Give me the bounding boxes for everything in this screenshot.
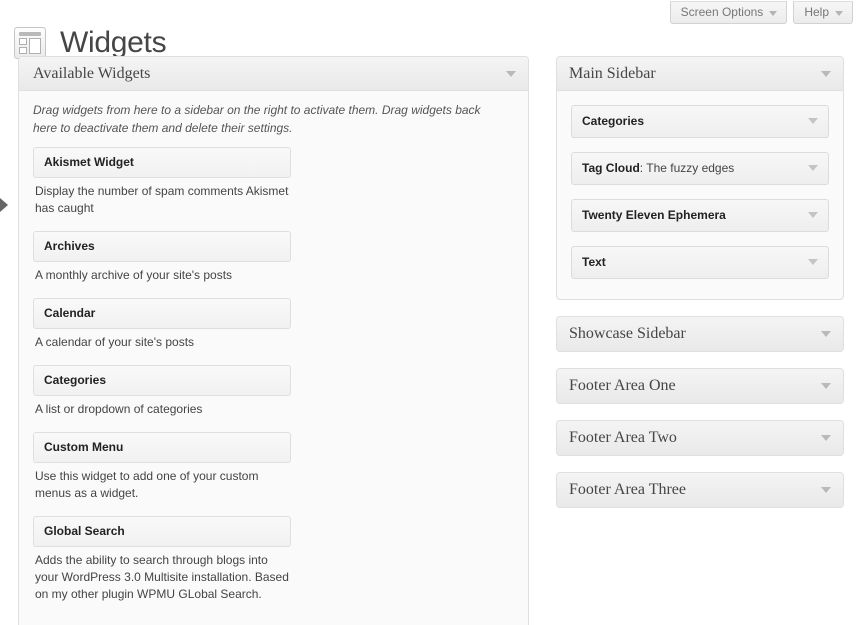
available-widgets-header[interactable]: Available Widgets: [19, 57, 528, 91]
widget-title: Akismet Widget: [44, 155, 134, 169]
sidebar-widget-label: Text: [582, 255, 606, 269]
sidebar-widget-label: Twenty Eleven Ephemera: [582, 208, 726, 222]
sidebar-title: Footer Area Two: [569, 429, 677, 446]
widget-title: Archives: [44, 239, 95, 253]
widget-description: A monthly archive of your site's posts: [35, 268, 233, 282]
sidebars-column: Main Sidebar Categories Tag Cloud: The f…: [556, 56, 844, 524]
screen-options-button[interactable]: Screen Options: [669, 1, 788, 24]
available-widgets-list: Akismet Widget Display the number of spa…: [33, 147, 291, 603]
sidebar-footer-area-two: Footer Area Two: [556, 420, 844, 456]
widget-archives[interactable]: Archives: [33, 231, 291, 262]
chevron-down-icon[interactable]: [808, 165, 818, 171]
chevron-down-icon[interactable]: [821, 383, 831, 389]
page-title: Widgets: [60, 26, 167, 60]
sidebar-title: Footer Area Three: [569, 481, 686, 498]
list-item: Archives A monthly archive of your site'…: [33, 231, 291, 284]
widgets-icon-block: [19, 38, 27, 46]
available-widgets-body: Drag widgets from here to a sidebar on t…: [19, 91, 528, 625]
widget-description: A list or dropdown of categories: [35, 402, 203, 416]
chevron-down-icon[interactable]: [808, 118, 818, 124]
chevron-down-icon[interactable]: [808, 259, 818, 265]
chevron-down-icon[interactable]: [506, 70, 516, 77]
sidebar-showcase-sidebar: Showcase Sidebar: [556, 316, 844, 352]
help-button[interactable]: Help: [793, 1, 853, 24]
sidebar-widget-instance: : The fuzzy edges: [639, 161, 735, 175]
widgets-icon-block: [19, 47, 27, 55]
sidebar-widget-name: Text: [582, 255, 606, 269]
widgets-icon: [14, 27, 46, 60]
widget-akismet-widget[interactable]: Akismet Widget: [33, 147, 291, 178]
widgets-icon-right-column: [29, 38, 41, 55]
widget-custom-menu[interactable]: Custom Menu: [33, 432, 291, 463]
help-label: Help: [804, 5, 829, 19]
sidebar-widget-name: Tag Cloud: [582, 161, 640, 175]
widget-calendar[interactable]: Calendar: [33, 298, 291, 329]
sidebar-footer-area-three: Footer Area Three: [556, 472, 844, 508]
sidebar-widget-name: Twenty Eleven Ephemera: [582, 208, 726, 222]
chevron-down-icon: [835, 11, 843, 16]
widgets-icon-body: [19, 38, 41, 55]
sidebar-footer-area-three-header[interactable]: Footer Area Three: [557, 473, 843, 507]
widget-title: Custom Menu: [44, 440, 124, 454]
triangle-right-icon[interactable]: [0, 198, 8, 212]
meta-button-bar: Screen Options Help: [669, 1, 853, 24]
widget-description: Display the number of spam comments Akis…: [35, 184, 289, 215]
screen-options-label: Screen Options: [680, 5, 764, 19]
chevron-down-icon[interactable]: [821, 70, 831, 77]
widgets-icon-bar: [19, 32, 41, 37]
sidebar-showcase-sidebar-header[interactable]: Showcase Sidebar: [557, 317, 843, 351]
widget-title: Global Search: [44, 524, 125, 538]
widget-title: Calendar: [44, 306, 96, 320]
chevron-down-icon[interactable]: [808, 212, 818, 218]
widget-description: Adds the ability to search through blogs…: [35, 553, 289, 601]
widget-categories[interactable]: Categories: [33, 365, 291, 396]
chevron-down-icon[interactable]: [821, 435, 831, 441]
list-item: Custom Menu Use this widget to add one o…: [33, 432, 291, 502]
sidebar-widget-twenty-eleven-ephemera[interactable]: Twenty Eleven Ephemera: [571, 199, 829, 232]
sidebar-widget-text[interactable]: Text: [571, 246, 829, 279]
sidebar-widget-categories[interactable]: Categories: [571, 105, 829, 138]
widget-title: Categories: [44, 373, 107, 387]
list-item: Calendar A calendar of your site's posts: [33, 298, 291, 351]
chevron-down-icon[interactable]: [821, 331, 831, 337]
widget-description: Use this widget to add one of your custo…: [35, 469, 259, 500]
sidebar-widget-label: Tag Cloud: The fuzzy edges: [582, 161, 734, 175]
sidebar-title: Showcase Sidebar: [569, 325, 686, 342]
chevron-down-icon[interactable]: [821, 487, 831, 493]
sidebar-widget-name: Categories: [582, 114, 645, 128]
available-widgets-panel: Available Widgets Drag widgets from here…: [18, 56, 529, 625]
widget-global-search[interactable]: Global Search: [33, 516, 291, 547]
sidebar-footer-area-two-header[interactable]: Footer Area Two: [557, 421, 843, 455]
chevron-down-icon: [769, 11, 778, 16]
sidebar-widget-label: Categories: [582, 114, 644, 128]
sidebar-main-sidebar-header[interactable]: Main Sidebar: [557, 57, 843, 91]
widgets-icon-left-column: [19, 38, 27, 55]
available-widgets-title: Available Widgets: [33, 64, 151, 82]
sidebar-footer-area-one-header[interactable]: Footer Area One: [557, 369, 843, 403]
widget-description: A calendar of your site's posts: [35, 335, 195, 349]
list-item: Global Search Adds the ability to search…: [33, 516, 291, 603]
sidebar-main-sidebar: Main Sidebar Categories Tag Cloud: The f…: [556, 56, 844, 300]
sidebar-title: Footer Area One: [569, 377, 676, 394]
sidebar-footer-area-one: Footer Area One: [556, 368, 844, 404]
list-item: Categories A list or dropdown of categor…: [33, 365, 291, 418]
list-item: Akismet Widget Display the number of spa…: [33, 147, 291, 217]
sidebar-title: Main Sidebar: [569, 64, 656, 82]
sidebar-widget-tag-cloud[interactable]: Tag Cloud: The fuzzy edges: [571, 152, 829, 185]
widgets-admin-screen: Screen Options Help Widgets Available Wi…: [0, 0, 861, 625]
sidebar-main-sidebar-body: Categories Tag Cloud: The fuzzy edges Tw…: [557, 91, 843, 299]
available-widgets-description: Drag widgets from here to a sidebar on t…: [33, 103, 481, 135]
